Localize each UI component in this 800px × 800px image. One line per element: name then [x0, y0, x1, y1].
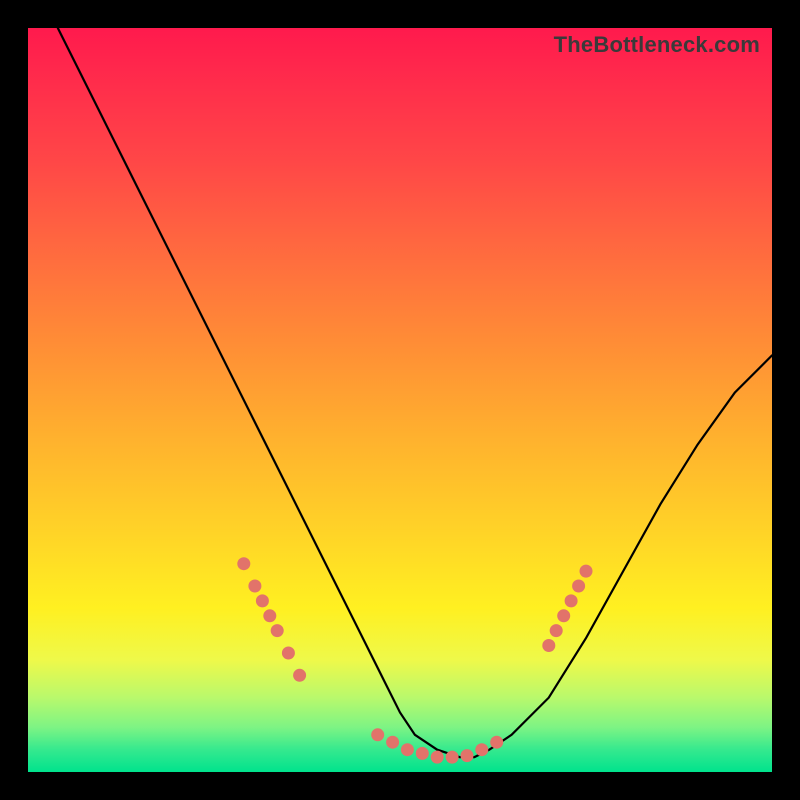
marker-dot: [416, 747, 429, 760]
marker-dot: [271, 624, 284, 637]
chart-frame: TheBottleneck.com: [0, 0, 800, 800]
marker-layer: [237, 557, 592, 763]
marker-dot: [490, 736, 503, 749]
marker-dot: [572, 580, 585, 593]
marker-dot: [371, 728, 384, 741]
marker-dot: [263, 609, 276, 622]
marker-dot: [256, 594, 269, 607]
plot-area: TheBottleneck.com: [28, 28, 772, 772]
marker-dot: [475, 743, 488, 756]
marker-dot: [237, 557, 250, 570]
marker-dot: [446, 751, 459, 764]
marker-dot: [282, 647, 295, 660]
marker-dot: [542, 639, 555, 652]
chart-svg: [28, 28, 772, 772]
marker-dot: [431, 751, 444, 764]
marker-dot: [557, 609, 570, 622]
marker-dot: [248, 580, 261, 593]
marker-dot: [580, 565, 593, 578]
marker-dot: [386, 736, 399, 749]
marker-dot: [565, 594, 578, 607]
marker-dot: [293, 669, 306, 682]
marker-dot: [461, 749, 474, 762]
marker-dot: [401, 743, 414, 756]
bottleneck-curve: [58, 28, 772, 757]
watermark-text: TheBottleneck.com: [554, 32, 760, 58]
marker-dot: [550, 624, 563, 637]
